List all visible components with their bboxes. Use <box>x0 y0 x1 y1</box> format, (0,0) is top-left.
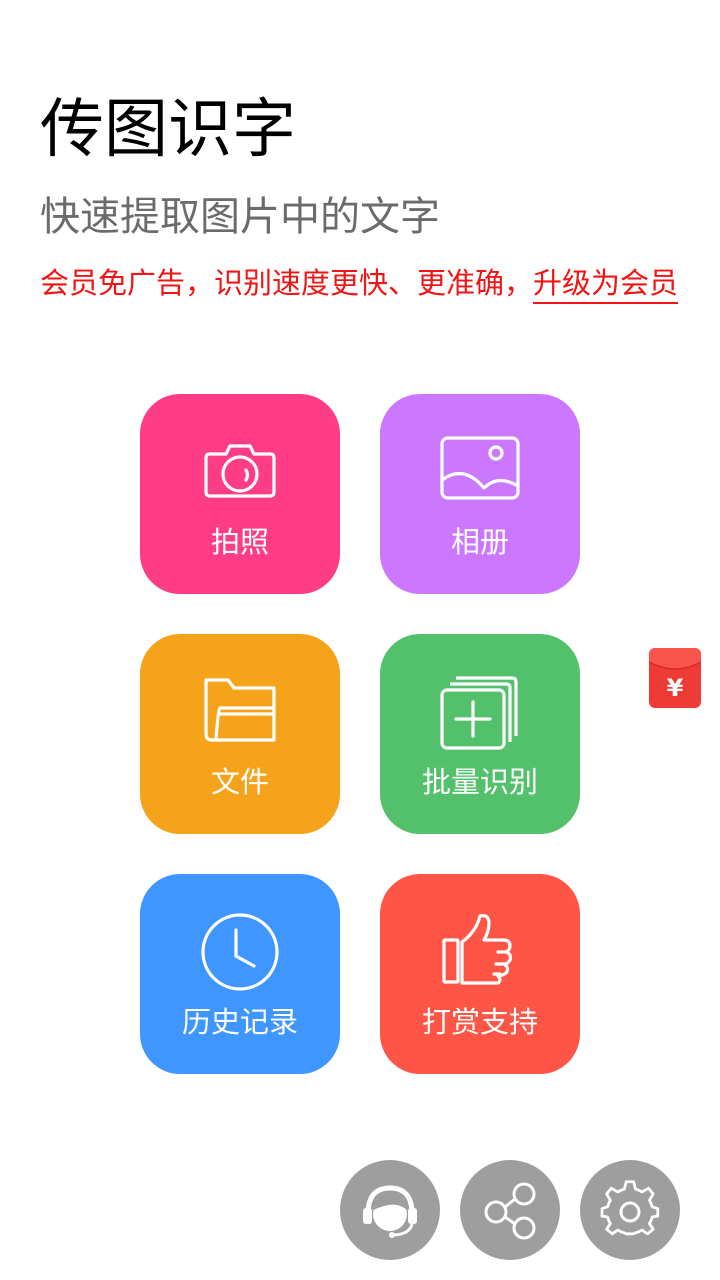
folder-icon <box>198 670 282 754</box>
red-packet-button[interactable]: ¥ <box>649 648 701 708</box>
history-label: 历史记录 <box>181 1005 298 1039</box>
customer-service-button[interactable] <box>340 1160 440 1260</box>
batch-recognition-label: 批量识别 <box>421 765 538 799</box>
reward-support-label: 打赏支持 <box>421 1005 538 1039</box>
settings-button[interactable] <box>580 1160 680 1260</box>
upgrade-membership-link[interactable]: 升级为会员 <box>533 266 679 304</box>
svg-text:¥: ¥ <box>667 674 684 702</box>
camera-tile[interactable]: 拍照 <box>140 394 340 594</box>
image-icon <box>438 430 522 514</box>
batch-add-icon <box>438 670 522 754</box>
gear-icon <box>600 1180 660 1236</box>
app-title: 传图识字 <box>40 93 296 167</box>
red-envelope-yuan-icon: ¥ <box>649 648 701 702</box>
customer-service-icon <box>363 1185 417 1238</box>
album-tile[interactable]: 相册 <box>380 394 580 594</box>
camera-label: 拍照 <box>210 525 269 559</box>
camera-icon <box>198 430 282 514</box>
app-subtitle: 快速提取图片中的文字 <box>40 194 440 240</box>
file-label: 文件 <box>210 765 269 799</box>
share-button[interactable] <box>460 1160 560 1260</box>
promo-text: 会员免广告，识别速度更快、更准确， <box>40 266 534 300</box>
reward-support-tile[interactable]: 打赏支持 <box>380 874 580 1074</box>
clock-icon <box>198 910 282 994</box>
file-tile[interactable]: 文件 <box>140 634 340 834</box>
thumbs-up-icon <box>438 910 522 994</box>
main-screen: 传图识字 快速提取图片中的文字 会员免广告，识别速度更快、更准确，升级为会员 拍… <box>0 0 720 1280</box>
batch-recognition-tile[interactable]: 批量识别 <box>380 634 580 834</box>
share-icon <box>484 1182 536 1240</box>
album-label: 相册 <box>450 525 509 559</box>
history-tile[interactable]: 历史记录 <box>140 874 340 1074</box>
membership-promo: 会员免广告，识别速度更快、更准确，升级为会员 <box>40 264 679 304</box>
